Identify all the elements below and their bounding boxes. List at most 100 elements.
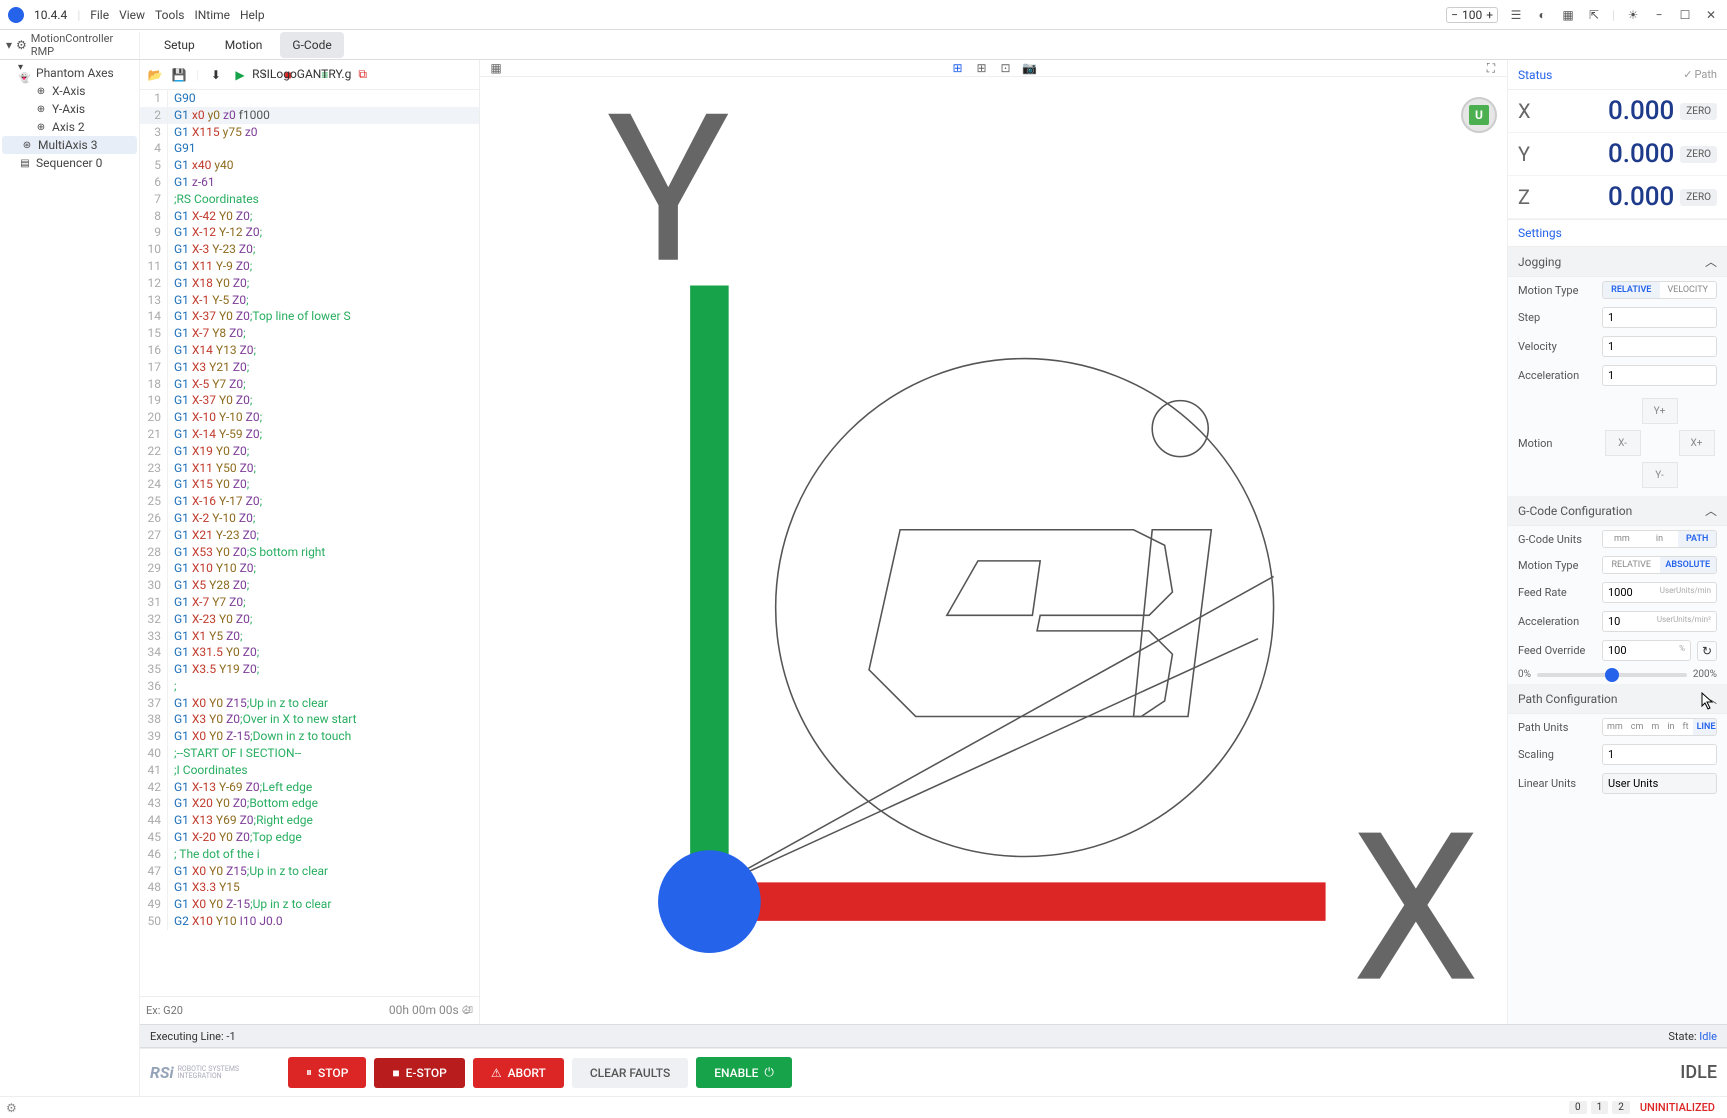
code-line[interactable]: 42G1 X-13 Y-69 Z0;Left edge (140, 779, 479, 796)
menu-file[interactable]: File (90, 8, 109, 22)
tab-setup[interactable]: Setup (152, 32, 207, 58)
jog-y-minus[interactable]: Y- (1642, 462, 1678, 488)
code-line[interactable]: 11G1 X11 Y-9 Z0; (140, 258, 479, 275)
code-line[interactable]: 28G1 X53 Y0 Z0;S bottom right (140, 544, 479, 561)
zero-button[interactable]: ZERO (1680, 103, 1717, 120)
zoom-in[interactable]: + (1486, 8, 1493, 22)
code-line[interactable]: 38G1 X3 Y0 Z0;Over in X to new start (140, 711, 479, 728)
jog-relative[interactable]: RELATIVE (1603, 282, 1660, 298)
code-line[interactable]: 6G1 z-61 (140, 174, 479, 191)
code-line[interactable]: 49G1 X0 Y0 Z-15;Up in z to clear (140, 896, 479, 913)
feed-slider[interactable] (1537, 673, 1687, 677)
jogging-header[interactable]: Jogging ︿ (1508, 247, 1727, 277)
jog-x-plus[interactable]: X+ (1679, 430, 1715, 456)
tree-item-axis-2[interactable]: ⊕Axis 2 (0, 118, 139, 136)
window-close[interactable]: ✕ (1703, 7, 1719, 23)
code-line[interactable]: 8G1 X-42 Y0 Z0; (140, 208, 479, 225)
code-line[interactable]: 23G1 X11 Y50 Z0; (140, 460, 479, 477)
code-line[interactable]: 33G1 X1 Y5 Z0; (140, 628, 479, 645)
code-line[interactable]: 36; (140, 678, 479, 695)
clear-faults-button[interactable]: CLEAR FAULTS (572, 1058, 688, 1088)
velocity-input[interactable] (1602, 336, 1717, 357)
zoom-out[interactable]: − (1451, 8, 1458, 22)
step-input[interactable] (1602, 307, 1717, 328)
path-config-header[interactable]: Path Configuration ︿ (1508, 684, 1727, 714)
code-line[interactable]: 14G1 X-37 Y0 Z0;Top line of lower S (140, 308, 479, 325)
code-line[interactable]: 7;RS Coordinates (140, 191, 479, 208)
code-line[interactable]: 19G1 X-37 Y0 Z0; (140, 392, 479, 409)
code-line[interactable]: 24G1 X15 Y0 Z0; (140, 476, 479, 493)
save-icon[interactable]: 💾 (172, 68, 186, 82)
code-line[interactable]: 5G1 x40 y40 (140, 157, 479, 174)
canvas[interactable]: U (480, 77, 1507, 1024)
units-path[interactable]: PATH (1678, 531, 1716, 547)
code-line[interactable]: 35G1 X3.5 Y19 Z0; (140, 661, 479, 678)
code-line[interactable]: 26G1 X-2 Y-10 Z0; (140, 510, 479, 527)
linear-units-value[interactable] (1602, 773, 1717, 794)
gcode-absolute[interactable]: ABSOLUTE (1660, 557, 1717, 573)
code-line[interactable]: 34G1 X31.5 Y0 Z0; (140, 644, 479, 661)
code-line[interactable]: 44G1 X13 Y69 Z0;Right edge (140, 812, 479, 829)
grid-single-icon[interactable]: ▦ (488, 60, 504, 76)
code-line[interactable]: 50G2 X10 Y10 I10 J0.0 (140, 913, 479, 930)
code-line[interactable]: 18G1 X-5 Y7 Z0; (140, 376, 479, 393)
override-input[interactable] (1602, 640, 1691, 661)
pu-m[interactable]: m (1647, 719, 1663, 735)
jog-y-plus[interactable]: Y+ (1642, 398, 1678, 424)
code-line[interactable]: 17G1 X3 Y21 Z0; (140, 359, 479, 376)
units-in[interactable]: in (1641, 531, 1679, 547)
file-copy-icon[interactable]: ⧉ (358, 67, 367, 81)
open-folder-icon[interactable]: 📂 (148, 68, 162, 82)
code-line[interactable]: 43G1 X20 Y0 Z0;Bottom edge (140, 795, 479, 812)
code-line[interactable]: 9G1 X-12 Y-12 Z0; (140, 224, 479, 241)
gcode-config-header[interactable]: G-Code Configuration ︿ (1508, 496, 1727, 526)
code-line[interactable]: 22G1 X19 Y0 Z0; (140, 443, 479, 460)
tree-item-sequencer-0[interactable]: ▤Sequencer 0 (0, 154, 139, 172)
accel-input[interactable] (1602, 365, 1717, 386)
code-line[interactable]: 48G1 X3.3 Y15 (140, 879, 479, 896)
code-line[interactable]: 31G1 X-7 Y7 Z0; (140, 594, 479, 611)
tab-gcode[interactable]: G-Code (280, 32, 343, 58)
enable-button[interactable]: ENABLE⏻ (696, 1057, 792, 1088)
tree-item-x-axis[interactable]: ⊕X-Axis (0, 82, 139, 100)
tree-header[interactable]: ▾ ⚙ MotionController RMP (0, 32, 140, 58)
code-line[interactable]: 27G1 X21 Y-23 Z0; (140, 527, 479, 544)
menu-tools[interactable]: Tools (155, 8, 184, 22)
scaling-input[interactable] (1602, 744, 1717, 765)
code-line[interactable]: 25G1 X-16 Y-17 Z0; (140, 493, 479, 510)
tree-item-phantom-axes[interactable]: ▾ 👻Phantom Axes (0, 64, 139, 82)
code-line[interactable]: 41;I Coordinates (140, 762, 479, 779)
jog-velocity[interactable]: VELOCITY (1660, 282, 1717, 298)
status-chip-0[interactable]: 0 (1569, 1101, 1587, 1114)
code-line[interactable]: 1G90 (140, 90, 479, 107)
status-chip-2[interactable]: 2 (1612, 1101, 1630, 1114)
gear-icon[interactable]: ⚙ (6, 1101, 20, 1115)
menu-help[interactable]: Help (240, 8, 265, 22)
code-line[interactable]: 10G1 X-3 Y-23 Z0; (140, 241, 479, 258)
estop-button[interactable]: ■E-STOP (374, 1058, 464, 1088)
menu-intime[interactable]: INtime (194, 8, 230, 22)
export-icon[interactable]: ⇱ (1586, 7, 1602, 23)
contrast-icon[interactable]: ◐ (1534, 7, 1550, 23)
code-line[interactable]: 20G1 X-10 Y-10 Z0; (140, 409, 479, 426)
code-line[interactable]: 46; The dot of the i (140, 846, 479, 863)
tree-item-multiaxis-3[interactable]: ⊛MultiAxis 3 (2, 136, 137, 154)
grid-icon[interactable]: ▦ (1560, 7, 1576, 23)
theme-icon[interactable]: ☀ (1625, 7, 1641, 23)
code-line[interactable]: 15G1 X-7 Y8 Z0; (140, 325, 479, 342)
window-maximize[interactable]: ☐ (1677, 7, 1693, 23)
gcode-relative[interactable]: RELATIVE (1603, 557, 1660, 573)
refresh-icon[interactable]: ↻ (1697, 641, 1717, 661)
code-line[interactable]: 30G1 X5 Y28 Z0; (140, 577, 479, 594)
code-line[interactable]: 45G1 X-20 Y0 Z0;Top edge (140, 829, 479, 846)
code-line[interactable]: 4G91 (140, 140, 479, 157)
download-icon[interactable]: ⬇ (209, 68, 223, 82)
pu-mm[interactable]: mm (1603, 719, 1627, 735)
code-line[interactable]: 47G1 X0 Y0 Z15;Up in z to clear (140, 863, 479, 880)
tree-item-y-axis[interactable]: ⊕Y-Axis (0, 100, 139, 118)
zero-button[interactable]: ZERO (1680, 189, 1717, 206)
settings-header[interactable]: Settings (1508, 219, 1727, 247)
pu-linear[interactable]: LINEAR (1693, 719, 1717, 735)
tab-motion[interactable]: Motion (213, 32, 275, 58)
layout-icon[interactable]: ☰ (1508, 7, 1524, 23)
